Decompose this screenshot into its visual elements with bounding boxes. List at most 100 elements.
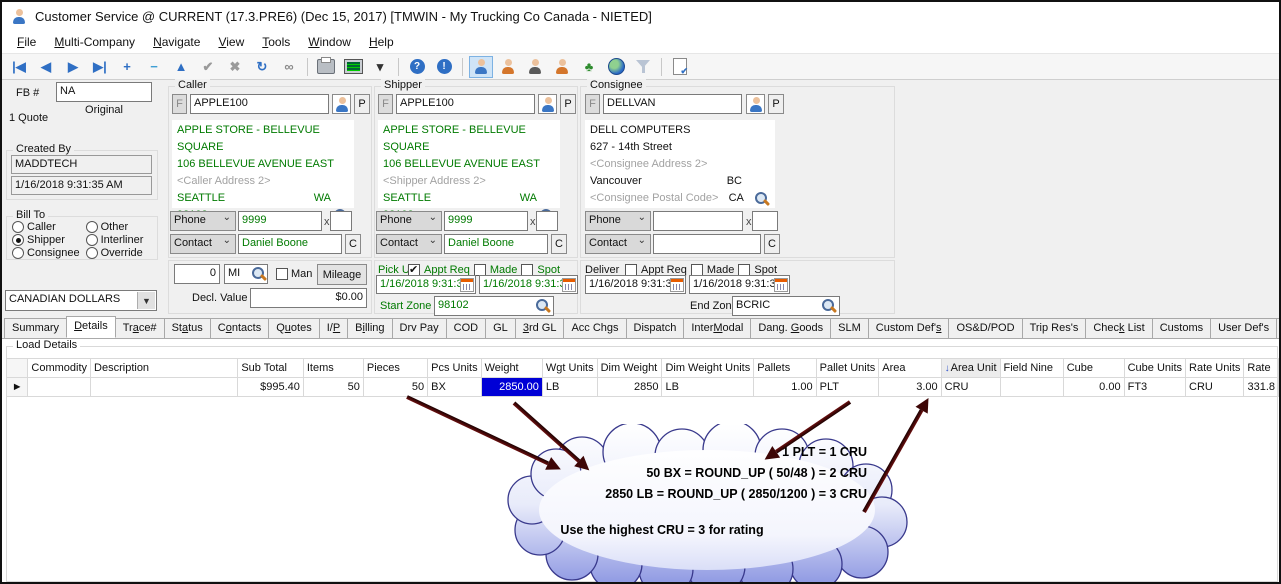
distance-input[interactable]: 0 [174, 264, 220, 284]
tab-dang-goods[interactable]: Dang. Goods [750, 318, 831, 338]
column-header-dim-weight[interactable]: Dim Weight [597, 359, 662, 378]
end-zone-lookup-icon[interactable] [821, 298, 837, 314]
currency-dropdown-icon[interactable]: ▼ [137, 292, 155, 309]
radio-icon[interactable] [12, 234, 24, 246]
consignee-phone-input[interactable] [653, 211, 743, 231]
column-header-items[interactable]: Items [303, 359, 363, 378]
cell-commodity[interactable] [28, 378, 91, 397]
consignee-client-button[interactable] [746, 94, 765, 114]
consignee-phone-select[interactable]: Phone [585, 211, 651, 231]
cell-cube-units[interactable]: FT3 [1124, 378, 1185, 397]
cell-area[interactable]: 3.00 [879, 378, 941, 397]
cell-pieces[interactable]: 50 [363, 378, 427, 397]
caller-contact-select[interactable]: Contact [170, 234, 236, 254]
cell-dim-weight[interactable]: 2850 [597, 378, 662, 397]
mileage-button[interactable]: Mileage [317, 264, 367, 285]
caller-contact-input[interactable]: Daniel Boone [238, 234, 342, 254]
cell-wgt-units[interactable]: LB [542, 378, 597, 397]
print-button[interactable] [314, 56, 338, 78]
bill-to-option-caller[interactable]: Caller [12, 221, 80, 233]
shipper-phone-select[interactable]: Phone [376, 211, 442, 231]
shipper-c-button[interactable]: C [551, 234, 567, 254]
caller-code-input[interactable]: APPLE100 [190, 94, 329, 114]
cell-weight[interactable]: 2850.00 [481, 378, 542, 397]
cell-dim-weight-units[interactable]: LB [662, 378, 754, 397]
dispatch-button[interactable] [496, 56, 520, 78]
mileage-lookup-icon[interactable] [251, 266, 267, 282]
tab-quotes[interactable]: Quotes [268, 318, 319, 338]
help-button[interactable]: ? [405, 56, 429, 78]
radio-icon[interactable] [86, 221, 98, 233]
column-header-description[interactable]: Description [91, 359, 238, 378]
last-record-button[interactable]: ▶| [88, 56, 112, 78]
column-header-cube[interactable]: Cube [1063, 359, 1124, 378]
tab-trace-[interactable]: Trace# [115, 318, 165, 338]
caller-f-button[interactable]: F [172, 94, 187, 114]
deliver-to-date[interactable]: 1/16/2018 9:31:3 [689, 275, 790, 294]
cell-field-nine[interactable] [1000, 378, 1063, 397]
tab-user-def-s[interactable]: User Def's [1210, 318, 1277, 338]
tab-intermodal[interactable]: InterModal [683, 318, 751, 338]
caller-p-button[interactable]: P [354, 94, 370, 114]
menu-file[interactable]: File [8, 32, 45, 52]
caller-client-button[interactable] [332, 94, 351, 114]
pickup-from-date[interactable]: 1/16/2018 9:31:3 [376, 275, 476, 294]
deliver-from-date[interactable]: 1/16/2018 9:31:3 [585, 275, 686, 294]
tab-acc-chgs[interactable]: Acc Chgs [563, 318, 626, 338]
column-header-pallet-units[interactable]: Pallet Units [816, 359, 879, 378]
cell-items[interactable]: 50 [303, 378, 363, 397]
tab-imc[interactable]: IMC [1276, 318, 1281, 338]
fb-number-input[interactable]: NA [56, 82, 152, 102]
menu-view[interactable]: View [209, 32, 253, 52]
add-record-button[interactable]: + [115, 56, 139, 78]
cell-pcs-units[interactable]: BX [428, 378, 481, 397]
find-button[interactable]: ∞ [277, 56, 301, 78]
column-header-cube-units[interactable]: Cube Units [1124, 359, 1185, 378]
caller-phone-select[interactable]: Phone [170, 211, 236, 231]
menu-navigate[interactable]: Navigate [144, 32, 209, 52]
column-header-weight[interactable]: Weight [481, 359, 542, 378]
tab-custom-def-s[interactable]: Custom Def's [868, 318, 950, 338]
shipper-phone-input[interactable]: 9999 [444, 211, 528, 231]
radio-icon[interactable] [12, 247, 24, 259]
column-header-commodity[interactable]: Commodity [28, 359, 91, 378]
tab-slm[interactable]: SLM [830, 318, 869, 338]
terminal-dropdown[interactable]: ▾ [368, 56, 392, 78]
end-zone-input[interactable]: BCRIC [732, 296, 840, 316]
save-button[interactable]: ✔ [196, 56, 220, 78]
column-header-pallets[interactable]: Pallets [754, 359, 816, 378]
radio-icon[interactable] [86, 247, 98, 259]
column-header-area[interactable]: Area [879, 359, 941, 378]
tab-gl[interactable]: GL [485, 318, 516, 338]
manual-mileage-checkbox[interactable] [276, 268, 288, 280]
pickup-to-date[interactable]: 1/16/2018 9:31:3 [479, 275, 578, 294]
start-zone-input[interactable]: 98102 [434, 296, 554, 316]
tab-check-list[interactable]: Check List [1085, 318, 1152, 338]
column-header-rate[interactable]: Rate [1244, 359, 1279, 378]
shipper-code-input[interactable]: APPLE100 [396, 94, 535, 114]
bill-to-option-interliner[interactable]: Interliner [86, 234, 144, 246]
tab-i-p[interactable]: I/P [319, 318, 348, 338]
radio-icon[interactable] [12, 221, 24, 233]
tab-drv-pay[interactable]: Drv Pay [392, 318, 447, 338]
delete-record-button[interactable]: − [142, 56, 166, 78]
bill-to-option-consignee[interactable]: Consignee [12, 247, 80, 259]
filter-button[interactable] [631, 56, 655, 78]
next-record-button[interactable]: ▶ [61, 56, 85, 78]
cell-description[interactable] [91, 378, 238, 397]
start-zone-lookup-icon[interactable] [535, 298, 551, 314]
cell-cube[interactable]: 0.00 [1063, 378, 1124, 397]
consignee-ext-input[interactable] [752, 211, 778, 231]
tree-view-button[interactable]: ♣ [577, 56, 601, 78]
calendar-icon[interactable] [670, 278, 684, 292]
column-header-rate-units[interactable]: Rate Units [1186, 359, 1244, 378]
report-button[interactable] [668, 56, 692, 78]
collapse-button[interactable]: ▲ [169, 56, 193, 78]
menu-window[interactable]: Window [299, 32, 360, 52]
tab-contacts[interactable]: Contacts [210, 318, 269, 338]
web-button[interactable] [604, 56, 628, 78]
column-header-pieces[interactable]: Pieces [363, 359, 427, 378]
tab-3rd-gl[interactable]: 3rd GL [515, 318, 565, 338]
distance-unit-field[interactable]: MI [224, 264, 268, 284]
calendar-icon[interactable] [460, 278, 474, 292]
